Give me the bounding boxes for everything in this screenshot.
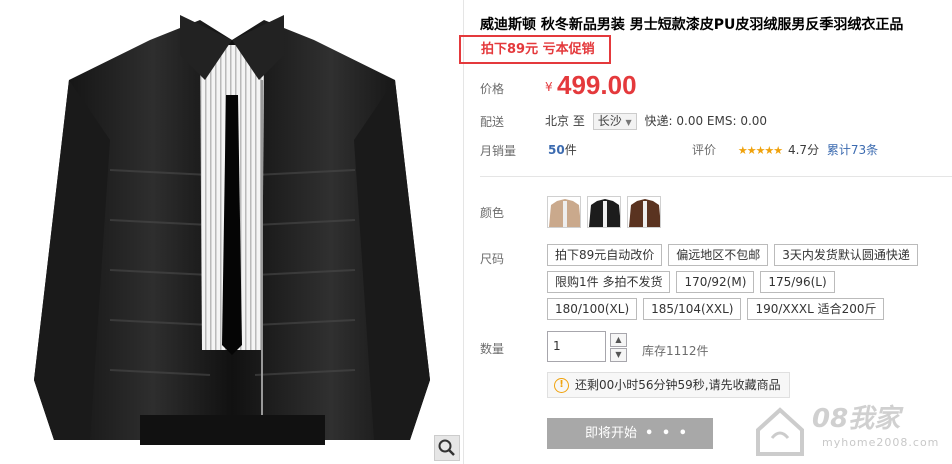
- color-label: 颜色: [480, 206, 505, 220]
- rating-score: 4.7分: [787, 143, 820, 157]
- size-options: 拍下89元自动改价 偏远地区不包邮 3天内发货默认圆通快递 限购1件 多拍不发货…: [547, 244, 927, 320]
- countdown-text: 还剩00小时56分钟59秒,请先收藏商品: [575, 378, 781, 392]
- color-swatch-tan[interactable]: [547, 196, 581, 228]
- currency-symbol: ¥: [545, 80, 553, 94]
- sales-label: 月销量: [480, 144, 517, 158]
- size-option[interactable]: 185/104(XXL): [643, 298, 742, 320]
- size-option[interactable]: 偏远地区不包邮: [668, 244, 769, 266]
- product-title[interactable]: 威迪斯顿 秋冬新品男装 男士短款漆皮PU皮羽绒服男反季羽绒衣正品: [480, 14, 903, 34]
- sales-count: 50: [548, 143, 565, 157]
- watermark-sub: myhome2008.com: [822, 436, 940, 449]
- quantity-decrease-button[interactable]: ▼: [610, 348, 627, 362]
- quantity-input[interactable]: 1: [547, 331, 606, 362]
- shipping-label: 配送: [480, 115, 505, 129]
- watermark-main: 08我家: [812, 404, 901, 434]
- countdown-tip: ! 还剩00小时56分钟59秒,请先收藏商品: [547, 372, 790, 398]
- city-value: 长沙: [597, 114, 622, 128]
- quantity-increase-button[interactable]: ▲: [610, 333, 627, 347]
- rating-info: 评价 ★★★★★ 4.7分 累计73条: [692, 141, 878, 158]
- lightbulb-icon: !: [554, 378, 569, 393]
- stock-count: 库存1112件: [642, 344, 709, 358]
- promo-banner: 拍下89元 亏本促销: [459, 35, 611, 64]
- magnifier-icon: [438, 439, 455, 456]
- more-dots: • • •: [645, 426, 689, 441]
- buy-button[interactable]: 即将开始 • • •: [547, 418, 713, 449]
- shipping-fees: 快递: 0.00 EMS: 0.00: [644, 114, 768, 128]
- city-select[interactable]: 长沙 ▼: [592, 113, 637, 130]
- size-option[interactable]: 拍下89元自动改价: [547, 244, 663, 266]
- brown-jacket-thumbnail: [629, 199, 660, 227]
- color-swatches: [547, 196, 661, 228]
- house-logo-icon: [756, 407, 804, 456]
- price-value: 499.00: [557, 70, 637, 100]
- size-option[interactable]: 限购1件 多拍不发货: [547, 271, 671, 293]
- product-image[interactable]: [0, 0, 464, 464]
- color-swatch-brown[interactable]: [627, 196, 661, 228]
- size-option[interactable]: 180/100(XL): [547, 298, 638, 320]
- tan-jacket-thumbnail: [549, 199, 580, 227]
- size-option[interactable]: 3天内发货默认圆通快递: [774, 244, 918, 266]
- quantity-label: 数量: [480, 342, 505, 356]
- size-option[interactable]: 170/92(M): [676, 271, 755, 293]
- chevron-up-icon: ▲: [615, 335, 622, 344]
- sales-unit: 件: [564, 143, 577, 157]
- site-watermark: 08我家 myhome2008.com: [750, 396, 950, 464]
- shipping-info: 北京 至 长沙 ▼ 快递: 0.00 EMS: 0.00: [545, 112, 767, 130]
- rating-stars-icon: ★★★★★: [737, 144, 783, 157]
- chevron-down-icon: ▼: [615, 350, 622, 359]
- black-jacket-thumbnail: [589, 199, 620, 227]
- buy-button-label: 即将开始: [585, 426, 638, 441]
- size-option[interactable]: 175/96(L): [760, 271, 835, 293]
- zoom-button[interactable]: [434, 435, 460, 461]
- product-info-panel: 威迪斯顿 秋冬新品男装 男士短款漆皮PU皮羽绒服男反季羽绒衣正品 拍下89元 亏…: [459, 0, 952, 464]
- ship-from: 北京: [545, 114, 570, 128]
- price-label: 价格: [480, 82, 505, 96]
- color-swatch-black[interactable]: [587, 196, 621, 228]
- reviews-link[interactable]: 累计73条: [827, 143, 878, 157]
- size-option[interactable]: 190/XXXL 适合200斤: [747, 298, 885, 320]
- size-label: 尺码: [480, 252, 505, 266]
- ship-to-word: 至: [572, 114, 585, 128]
- jacket-image: [34, 15, 430, 445]
- rating-label: 评价: [692, 143, 717, 157]
- monthly-sales: 50件: [548, 141, 577, 158]
- divider: [480, 176, 952, 177]
- chevron-down-icon: ▼: [625, 118, 632, 127]
